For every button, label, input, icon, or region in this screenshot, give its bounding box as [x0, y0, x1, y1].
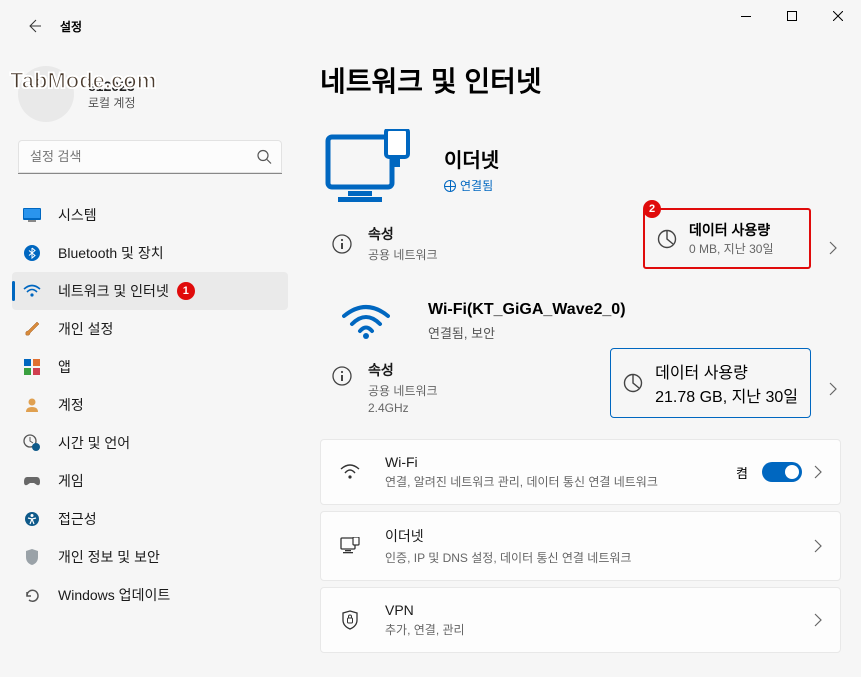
chevron-right-icon [829, 382, 837, 396]
card-vpn[interactable]: VPN 추가, 연결, 관리 [320, 587, 841, 653]
prop-sub1: 공용 네트워크 [368, 382, 438, 399]
sidebar-item-time[interactable]: 시간 및 언어 [12, 424, 288, 462]
card-wifi[interactable]: Wi-Fi 연결, 알려진 네트워크 관리, 데이터 통신 연결 네트워크 켬 [320, 439, 841, 505]
update-icon [22, 585, 42, 605]
wifi-header: Wi-Fi(KT_GiGA_Wave2_0) 연결됨, 보안 [320, 301, 841, 342]
watermark: TabMode.com [10, 68, 156, 94]
prop-sub2: 2.4GHz [368, 401, 438, 415]
sidebar-item-accounts[interactable]: 계정 [12, 386, 288, 424]
chevron-right-icon [814, 613, 822, 627]
window-maximize[interactable] [769, 0, 815, 32]
wifi-toggle[interactable] [762, 462, 802, 482]
bluetooth-icon [22, 243, 42, 263]
chart-icon [623, 373, 643, 393]
page-title: 네트워크 및 인터넷 [320, 60, 841, 100]
user-type: 로컬 계정 [88, 94, 136, 111]
card-title: Wi-Fi [385, 454, 736, 470]
sidebar-item-label: 개인 정보 및 보안 [58, 547, 160, 567]
sidebar-item-label: 네트워크 및 인터넷 [58, 281, 169, 301]
sidebar-item-label: Windows 업데이트 [58, 585, 170, 605]
ethernet-title: 이더넷 [444, 144, 499, 173]
wifi-status: 연결됨, 보안 [428, 323, 626, 342]
ethernet-properties[interactable]: 속성 공용 네트워크 [368, 224, 438, 263]
ethernet-monitor-icon [320, 124, 420, 214]
card-sub: 인증, IP 및 DNS 설정, 데이터 통신 연결 네트워크 [385, 549, 802, 566]
sidebar-item-personalization[interactable]: 개인 설정 [12, 310, 288, 348]
sidebar-item-apps[interactable]: 앱 [12, 348, 288, 386]
prop-sub: 공용 네트워크 [368, 246, 438, 263]
settings-card-list: Wi-Fi 연결, 알려진 네트워크 관리, 데이터 통신 연결 네트워크 켬 … [320, 439, 841, 653]
ethernet-header: 이더넷 연결됨 [320, 124, 841, 214]
wifi-data-usage[interactable]: 데이터 사용량 21.78 GB, 지난 30일 [610, 348, 811, 418]
prop-title: 속성 [368, 360, 438, 380]
card-title: 이더넷 [385, 526, 802, 546]
sidebar-item-label: 게임 [58, 471, 84, 491]
back-button[interactable] [22, 14, 46, 38]
ethernet-info-row: 속성 공용 네트워크 2 데이터 사용량 0 MB, 지난 30일 [320, 218, 841, 277]
data-sub: 21.78 GB, 지난 30일 [655, 383, 798, 407]
sidebar-item-update[interactable]: Windows 업데이트 [12, 576, 288, 614]
ethernet-status: 연결됨 [444, 177, 499, 194]
sidebar-item-gaming[interactable]: 게임 [12, 462, 288, 500]
apps-icon [22, 357, 42, 377]
ethernet-status-text: 연결됨 [460, 177, 493, 194]
badge-1: 1 [177, 282, 195, 300]
sidebar-item-system[interactable]: 시스템 [12, 196, 288, 234]
app-title: 설정 [60, 18, 82, 35]
card-sub: 추가, 연결, 관리 [385, 621, 802, 638]
person-icon [22, 395, 42, 415]
sidebar-item-label: 접근성 [58, 509, 97, 529]
clock-globe-icon [22, 433, 42, 453]
wifi-properties[interactable]: 속성 공용 네트워크 2.4GHz [368, 360, 438, 415]
card-ethernet[interactable]: 이더넷 인증, IP 및 DNS 설정, 데이터 통신 연결 네트워크 [320, 511, 841, 581]
sidebar-item-accessibility[interactable]: 접근성 [12, 500, 288, 538]
sidebar-item-label: 시간 및 언어 [58, 433, 130, 453]
sidebar-item-bluetooth[interactable]: Bluetooth 및 장치 [12, 234, 288, 272]
search-box[interactable] [18, 140, 282, 174]
chevron-right-icon [814, 465, 822, 479]
badge-2: 2 [643, 200, 661, 218]
info-icon [326, 228, 358, 260]
nav-list: 시스템 Bluetooth 및 장치 네트워크 및 인터넷 1 개인 설정 앱 … [12, 196, 288, 614]
sidebar-item-label: Bluetooth 및 장치 [58, 243, 164, 263]
chart-icon [657, 229, 677, 249]
prop-title: 속성 [368, 224, 438, 244]
sidebar-item-label: 앱 [58, 357, 71, 377]
window-close[interactable] [815, 0, 861, 32]
card-title: VPN [385, 602, 802, 618]
ethernet-data-usage[interactable]: 2 데이터 사용량 0 MB, 지난 30일 [643, 208, 811, 269]
chevron-right-icon [829, 241, 837, 255]
wifi-info-row: 속성 공용 네트워크 2.4GHz 데이터 사용량 21.78 GB, 지난 3… [320, 342, 841, 435]
system-icon [22, 205, 42, 225]
data-title: 데이터 사용량 [655, 359, 798, 383]
brush-icon [22, 319, 42, 339]
sidebar-item-privacy[interactable]: 개인 정보 및 보안 [12, 538, 288, 576]
wifi-small-icon [339, 461, 361, 483]
info-icon [326, 360, 358, 392]
search-input[interactable] [18, 140, 282, 174]
sidebar-item-network[interactable]: 네트워크 및 인터넷 1 [12, 272, 288, 310]
data-title: 데이터 사용량 [689, 220, 773, 240]
window-minimize[interactable] [723, 0, 769, 32]
wifi-icon [22, 281, 42, 301]
main-content: 네트워크 및 인터넷 이더넷 연결됨 속성 공용 네트워크 [320, 60, 841, 677]
chevron-right-icon [814, 539, 822, 553]
ethernet-small-icon [339, 535, 361, 557]
sidebar-item-label: 계정 [58, 395, 84, 415]
vpn-shield-icon [339, 609, 361, 631]
wifi-big-icon [338, 302, 394, 342]
globe-icon [444, 180, 456, 192]
data-sub: 0 MB, 지난 30일 [689, 240, 773, 257]
shield-icon [22, 547, 42, 567]
sidebar-item-label: 개인 설정 [58, 319, 113, 339]
card-sub: 연결, 알려진 네트워크 관리, 데이터 통신 연결 네트워크 [385, 473, 736, 490]
search-icon [257, 150, 272, 165]
sidebar: e12023 로컬 계정 시스템 Bluetooth 및 장치 네트워크 및 인… [0, 48, 300, 677]
gamepad-icon [22, 471, 42, 491]
sidebar-item-label: 시스템 [58, 205, 97, 225]
accessibility-icon [22, 509, 42, 529]
wifi-title: Wi-Fi(KT_GiGA_Wave2_0) [428, 301, 626, 319]
toggle-label: 켬 [736, 463, 748, 482]
